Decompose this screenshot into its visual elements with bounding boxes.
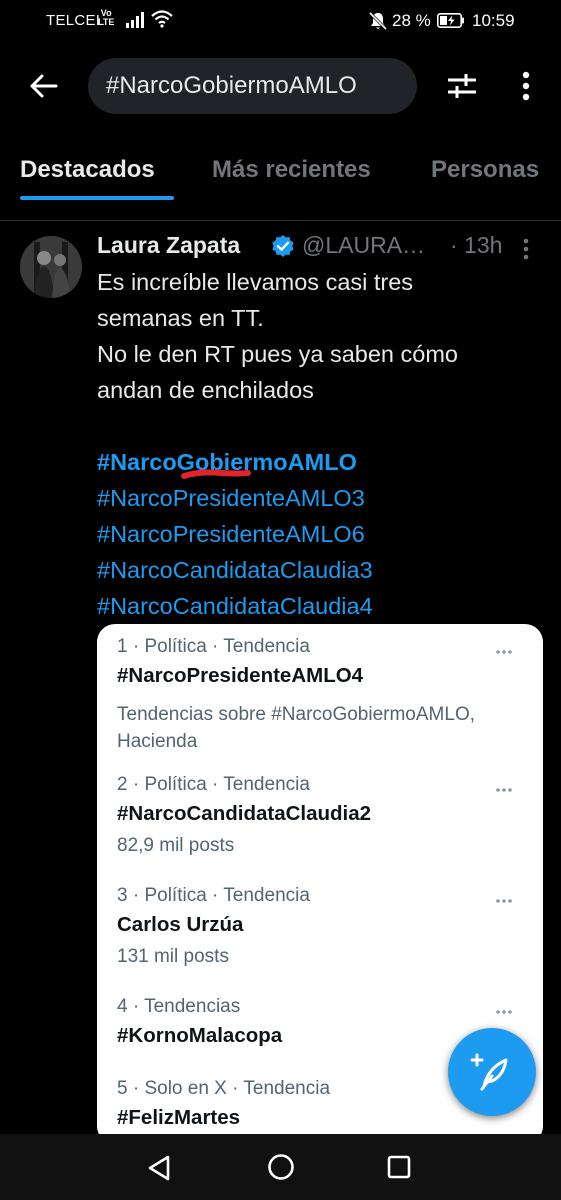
search-input[interactable]: #NarcoGobiermoAMLO [88,58,417,114]
nav-recents-button[interactable] [387,1155,411,1184]
hashtag-link[interactable]: #NarcoCandidataClaudia4 [97,588,537,624]
trend-meta: 5 · Solo en X · Tendencia [117,1078,331,1099]
mute-icon [368,11,388,36]
trend-more-button[interactable] [495,780,513,798]
tweet-text-line: andan de enchilados [97,377,314,403]
author-name[interactable]: Laura Zapata [97,232,240,259]
nav-home-circle-icon [268,1154,294,1180]
more-vertical-icon [523,238,529,260]
trend-meta: 3 · Política · Tendencia [117,885,310,906]
trend-more-button[interactable] [495,642,513,660]
verified-badge-icon [271,234,295,264]
clock: 10:59 [472,11,515,30]
trend-subtitle: 131 mil posts [117,946,229,967]
tweet-text-line: semanas en TT. [97,305,264,331]
status-bar: TELCEL Vo LTE 28 % 10:59 [0,0,561,44]
avatar[interactable] [20,236,82,298]
tweet-header: Laura Zapata @LAURA… · 13h [97,232,537,264]
trend-meta: 1 · Política · Tendencia [117,636,310,657]
nav-recents-square-icon [387,1155,411,1179]
more-horizontal-icon [496,650,512,654]
battery-icon [437,13,465,33]
filter-sliders-icon [448,74,476,98]
more-horizontal-icon [496,899,512,903]
trend-meta: 4 · Tendencias [117,996,241,1017]
tab-mas-recientes[interactable]: Más recientes [212,156,371,184]
red-highlight-mark [181,469,251,479]
hashtag-link[interactable]: #NarcoPresidenteAMLO6 [97,516,537,552]
more-options-button[interactable] [508,64,544,108]
tweet[interactable]: Laura Zapata @LAURA… · 13h Es increíble … [0,222,561,1144]
tab-destacados[interactable]: Destacados [20,156,155,184]
signal-icon [126,12,146,33]
trend-title: #NarcoPresidenteAMLO4 [117,664,364,687]
volte-bottom: LTE [98,17,115,27]
nav-back-triangle-icon [148,1155,170,1181]
trend-title: #NarcoCandidataClaudia2 [117,802,372,825]
nav-back-button[interactable] [146,1154,172,1187]
hashtag-link[interactable]: #NarcoGobiermoAMLO [97,444,537,480]
active-tab-indicator [20,196,174,200]
tab-personas[interactable]: Personas [431,156,539,184]
author-handle[interactable]: @LAURA… [302,232,425,259]
hashtag-link[interactable]: #NarcoPresidenteAMLO3 [97,480,537,516]
search-tabs: Destacados Más recientes Personas [0,134,561,221]
compose-feather-icon [470,1053,508,1091]
tweet-text-line: Es increíble llevamos casi tres [97,269,414,295]
search-header: #NarcoGobiermoAMLO [0,44,561,134]
more-horizontal-icon [496,788,512,792]
screen: TELCEL Vo LTE 28 % 10:59 #NarcoGobiermoA… [0,0,561,1200]
back-button[interactable] [22,64,66,108]
trend-title: Carlos Urzúa [117,913,244,936]
hashtag-link[interactable]: #NarcoCandidataClaudia3 [97,552,537,588]
tweet-text-line: No le den RT pues ya saben cómo [97,341,458,367]
system-nav-bar [0,1134,561,1200]
tweet-time: · 13h [450,232,503,258]
search-query: #NarcoGobiermoAMLO [106,72,357,99]
wifi-icon [151,10,173,33]
volte-badge: Vo LTE [98,9,114,27]
trend-subtitle: Tendencias sobre #NarcoGobiermoAMLO, Hac… [117,704,476,752]
carrier-name: TELCEL [46,12,105,29]
trend-meta: 2 · Política · Tendencia [117,774,310,795]
trend-more-button[interactable] [495,891,513,909]
more-vertical-icon [522,71,530,101]
battery-percent: 28 % [392,11,431,30]
trend-title: #FelizMartes [117,1106,241,1129]
trend-subtitle: 82,9 mil posts [117,835,235,856]
tweet-more-button[interactable] [523,238,529,266]
nav-home-button[interactable] [267,1153,295,1186]
compose-post-button[interactable] [448,1028,536,1116]
trend-title: #KornoMalacopa [117,1024,283,1047]
trend-more-button[interactable] [495,1002,513,1020]
back-arrow-icon [30,74,58,98]
tweet-text: Es increíble llevamos casi tres semanas … [97,264,537,624]
search-filter-button[interactable] [440,64,484,108]
more-horizontal-icon [496,1010,512,1014]
